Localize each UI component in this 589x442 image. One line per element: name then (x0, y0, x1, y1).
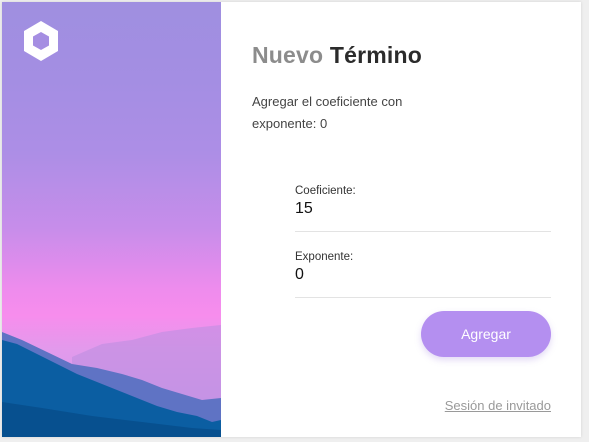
hero-image-panel (2, 2, 221, 437)
guest-session-link[interactable]: Sesión de invitado (445, 398, 551, 413)
term-card: Nuevo Término Agregar el coeficiente con… (2, 2, 581, 437)
title-part-term: Término (329, 42, 423, 68)
form-panel: Nuevo Término Agregar el coeficiente con… (221, 2, 581, 437)
coefficient-field[interactable]: Coeficiente: 15 (295, 177, 551, 232)
mountain-landscape (2, 325, 221, 437)
add-button[interactable]: Agregar (421, 311, 551, 357)
coefficient-input[interactable]: 15 (295, 200, 313, 218)
exponent-input[interactable]: 0 (295, 266, 304, 284)
instruction-text: Agregar el coeficiente con exponente: 0 (252, 94, 403, 131)
coefficient-label: Coeficiente: (295, 185, 356, 197)
title-part-new: Nuevo (252, 42, 324, 68)
hexagon-logo-icon (24, 21, 58, 61)
page-title: Nuevo Término (252, 42, 422, 69)
exponent-label: Exponente: (295, 251, 354, 263)
exponent-field[interactable]: Exponente: 0 (295, 243, 551, 298)
